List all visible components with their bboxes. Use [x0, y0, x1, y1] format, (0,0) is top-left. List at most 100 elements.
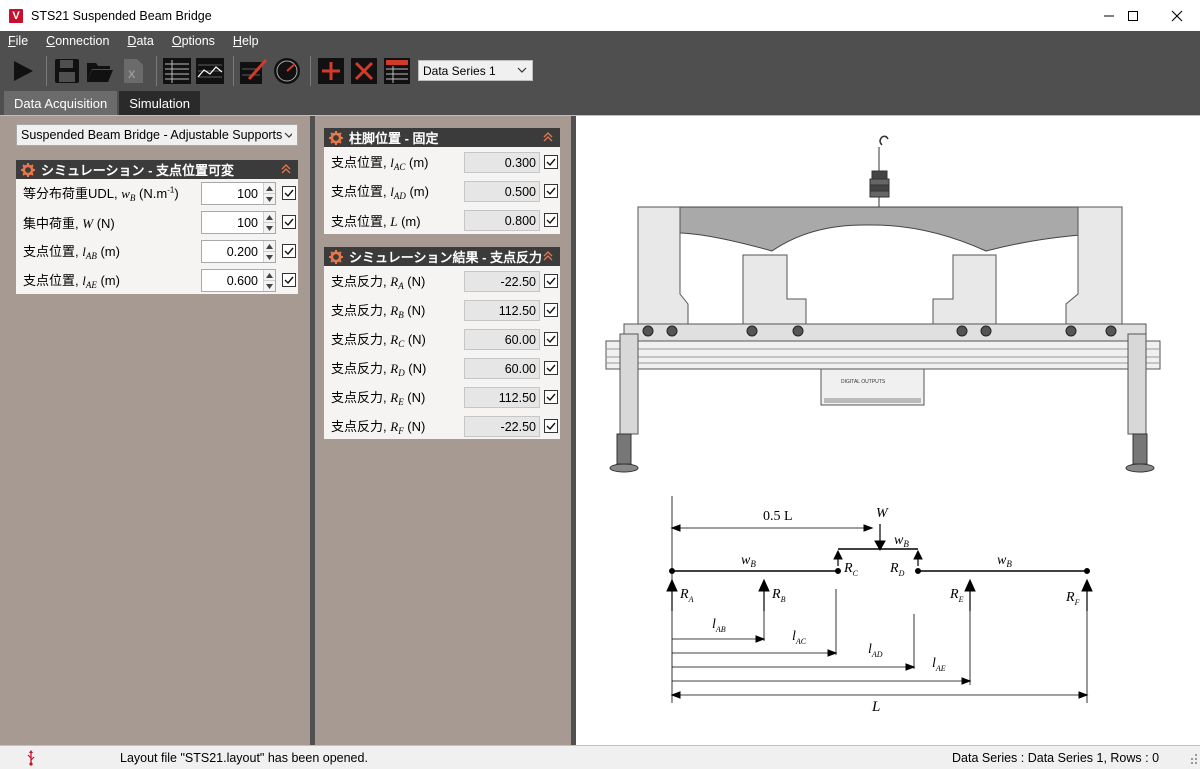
point-load-input[interactable]: 100 — [201, 211, 276, 234]
menu-options[interactable]: Options — [172, 34, 215, 48]
reaction-re-checkbox[interactable] — [544, 390, 558, 404]
collapse-icon — [543, 251, 553, 261]
checkmark-icon — [546, 422, 556, 431]
beam-diagram: 0.5 L W wB wB wB RA RB RC RD RE RF lAB l… — [666, 496, 1093, 715]
udl-checkbox[interactable] — [282, 186, 296, 200]
reaction-rb-checkbox[interactable] — [544, 303, 558, 317]
increment-button[interactable] — [264, 212, 275, 222]
results-group-header[interactable]: シミュレーション結果 - 支点反力 — [324, 247, 560, 266]
checkmark-icon — [546, 335, 556, 344]
decrement-button[interactable] — [264, 251, 275, 262]
svg-text:lAE: lAE — [932, 656, 946, 673]
menu-file[interactable]: File — [8, 34, 28, 48]
simulation-canvas: DIGITAL OUTPUTS 0.5 L W wB wB wB RA RB R… — [576, 119, 1195, 743]
reaction-rd-label: 支点反力, RD (N) — [331, 360, 427, 379]
svg-text:RC: RC — [843, 561, 859, 578]
support-lac-value: 0.300 — [464, 152, 540, 173]
variable-supports-group-header[interactable]: シミュレーション - 支点位置可変 — [16, 160, 298, 179]
checkmark-icon — [546, 187, 556, 196]
checkmark-icon — [284, 276, 294, 285]
reaction-rc-value: 60.00 — [464, 329, 540, 350]
menu-help[interactable]: Help — [233, 34, 259, 48]
fixed-supports-group: 支点位置, lAC (m) 0.300 支点位置, lAD (m) 0.500 … — [324, 147, 560, 234]
point-load-checkbox[interactable] — [282, 215, 296, 229]
reaction-ra-checkbox[interactable] — [544, 274, 558, 288]
support-lae-input[interactable]: 0.600 — [201, 269, 276, 292]
collapse-icon — [543, 132, 553, 142]
toolbar-separator — [233, 55, 234, 86]
rd-label: R — [889, 561, 899, 576]
increment-button[interactable] — [264, 183, 275, 193]
support-lac-checkbox[interactable] — [544, 155, 558, 169]
checkmark-icon — [546, 306, 556, 315]
group-title: シミュレーション - 支点位置可変 — [41, 163, 235, 178]
udl-input[interactable]: 100 — [201, 182, 276, 205]
chevron-down-icon — [282, 130, 292, 140]
checkmark-icon — [546, 158, 556, 167]
support-lab-input[interactable]: 0.200 — [201, 240, 276, 263]
decrement-button[interactable] — [264, 280, 275, 291]
support-lad-checkbox[interactable] — [544, 184, 558, 198]
span-l-checkbox[interactable] — [544, 213, 558, 227]
edit-graph-icon — [240, 58, 268, 84]
maximize-icon — [1128, 10, 1138, 21]
fixed-supports-group-header[interactable]: 柱脚位置 - 固定 — [324, 128, 560, 147]
tab-data-acquisition[interactable]: Data Acquisition — [4, 91, 118, 115]
data-series-select[interactable]: Data Series 1 — [418, 60, 533, 81]
decrement-button[interactable] — [264, 193, 275, 204]
reaction-re-label: 支点反力, RE (N) — [331, 389, 426, 408]
maximize-button[interactable] — [1110, 0, 1156, 31]
reaction-ra-label: 支点反力, RA (N) — [331, 273, 426, 292]
graph-view-button[interactable] — [195, 55, 225, 87]
svg-text:X: X — [128, 69, 136, 81]
svg-text:wB: wB — [741, 553, 756, 569]
results-group: 支点反力, RA (N) -22.50 支点反力, RB (N) 112.50 … — [324, 266, 560, 439]
open-folder-icon — [87, 62, 113, 82]
delete-row-button[interactable] — [349, 55, 379, 87]
add-row-icon — [318, 57, 344, 84]
play-button[interactable] — [8, 55, 38, 87]
reaction-rf-checkbox[interactable] — [544, 419, 558, 433]
re-label: R — [949, 587, 959, 602]
open-folder-button[interactable] — [85, 55, 115, 87]
checkmark-icon — [284, 247, 294, 256]
variable-supports-group: 等分布荷重UDL, wB (N.m-1) 100 集中荷重, W (N) 100… — [16, 179, 298, 294]
gear-icon — [329, 130, 343, 145]
decrement-button[interactable] — [264, 222, 275, 233]
play-icon — [14, 60, 33, 81]
support-lad-label: 支点位置, lAD (m) — [331, 183, 429, 202]
table-view-button[interactable] — [162, 55, 192, 87]
checkmark-icon — [284, 218, 294, 227]
increment-button[interactable] — [264, 241, 275, 251]
usb-icon — [26, 749, 42, 766]
checkmark-icon — [546, 277, 556, 286]
edit-graph-button[interactable] — [239, 55, 269, 87]
support-lad-value: 0.500 — [464, 181, 540, 202]
device-panel-label: DIGITAL OUTPUTS — [841, 379, 886, 385]
resize-grip-icon[interactable] — [1188, 752, 1198, 767]
gear-icon — [329, 249, 343, 264]
svg-text:lAC: lAC — [792, 629, 807, 646]
meter-button[interactable] — [272, 55, 302, 87]
reaction-rd-checkbox[interactable] — [544, 361, 558, 375]
apparatus-illustration: DIGITAL OUTPUTS 0.5 L W wB wB wB RA RB R… — [605, 135, 1161, 715]
table-settings-button[interactable] — [382, 55, 412, 87]
close-button[interactable] — [1154, 0, 1200, 31]
gear-icon — [21, 162, 35, 177]
support-lae-checkbox[interactable] — [282, 273, 296, 287]
data-series-select-value: Data Series 1 — [423, 63, 496, 78]
support-lab-checkbox[interactable] — [282, 244, 296, 258]
svg-text:RF: RF — [1065, 590, 1080, 607]
save-button[interactable] — [52, 55, 82, 87]
menu-data[interactable]: Data — [127, 34, 153, 48]
export-excel-button[interactable]: X — [118, 55, 148, 87]
reaction-rc-checkbox[interactable] — [544, 332, 558, 346]
add-row-button[interactable] — [316, 55, 346, 87]
tab-simulation[interactable]: Simulation — [119, 91, 200, 115]
increment-button[interactable] — [264, 270, 275, 280]
menu-connection[interactable]: Connection — [46, 34, 109, 48]
model-select[interactable]: Suspended Beam Bridge - Adjustable Suppo… — [16, 124, 298, 146]
reaction-rf-label: 支点反力, RF (N) — [331, 418, 426, 437]
graph-view-icon — [196, 57, 224, 84]
app-logo-icon: V — [9, 8, 23, 23]
